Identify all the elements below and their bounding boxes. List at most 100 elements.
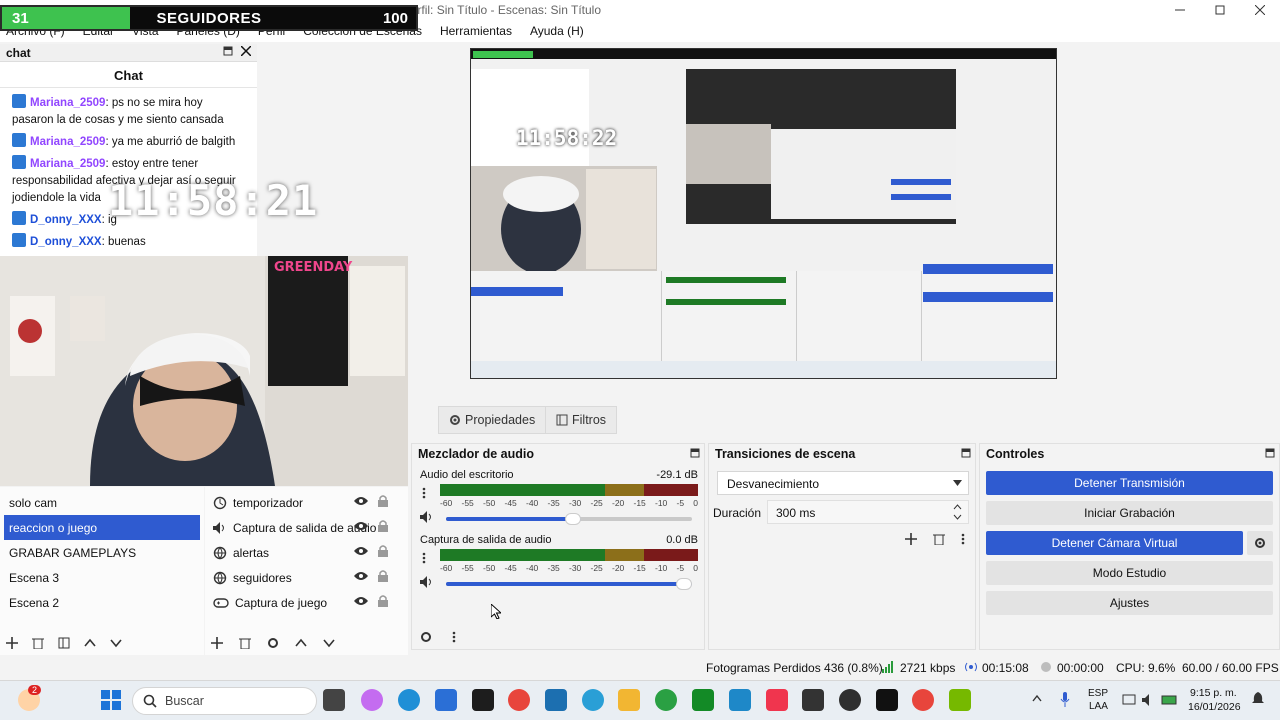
scale-tick-label: 0 [693,498,698,508]
store-icon[interactable] [435,689,457,711]
source-down-icon[interactable] [323,637,335,649]
volume-slider[interactable] [446,513,692,525]
clock-time[interactable]: 9:15 p. m. [1190,687,1237,699]
filters-button[interactable]: Filtros [545,406,618,434]
close-icon[interactable] [241,46,251,56]
move-down-icon[interactable] [110,637,122,649]
scene-item[interactable]: Escena 3 [0,565,204,590]
vpn-icon[interactable] [655,689,677,711]
scale-tick-label: -25 [590,498,603,508]
language-label[interactable]: ESP [1088,688,1108,699]
nvidia-icon[interactable] [949,689,971,711]
virtual-camera-settings-button[interactable] [1247,531,1273,555]
duration-input[interactable]: 300 ms [767,500,969,524]
start-icon[interactable] [101,690,121,710]
music-icon[interactable] [766,689,788,711]
undock-icon[interactable] [961,448,971,458]
tiktok-icon[interactable] [876,689,898,711]
undock-icon[interactable] [1265,448,1275,458]
app-icon[interactable] [729,689,751,711]
lock-icon[interactable] [378,545,388,557]
chrome-icon[interactable] [508,689,530,711]
duration-label: Duración [713,506,762,520]
undock-icon[interactable] [690,448,700,458]
source-item[interactable]: Captura de juego [205,590,408,615]
battery-icon[interactable] [1161,693,1179,707]
transition-menu-icon[interactable] [961,533,965,545]
transition-select[interactable]: Desvanecimiento [717,471,969,495]
source-properties-icon[interactable] [267,637,279,649]
obs-icon[interactable] [839,689,861,711]
source-item[interactable]: seguidores [205,565,408,590]
settings-button[interactable]: Ajustes [986,591,1273,615]
source-up-icon[interactable] [295,637,307,649]
undock-icon[interactable] [223,46,233,56]
scene-toolbar [6,637,122,649]
notifications-icon[interactable] [1252,692,1264,706]
remove-scene-icon[interactable] [32,637,44,649]
network-icon[interactable] [1122,693,1136,707]
minimize-button[interactable] [1160,0,1200,20]
visibility-eye-icon[interactable] [354,596,368,606]
visibility-eye-icon[interactable] [354,521,368,531]
dropbox-icon[interactable] [472,689,494,711]
lock-icon[interactable] [378,595,388,607]
source-item[interactable]: temporizador [205,490,408,515]
mixer-header: Mezclador de audio [412,444,704,464]
chat-title: Chat [0,62,257,88]
start-recording-button[interactable]: Iniciar Grabación [986,501,1273,525]
close-window-button[interactable] [1240,0,1280,20]
speaker-icon[interactable] [420,511,434,523]
stop-streaming-button[interactable]: Detener Transmisión [986,471,1273,495]
capture-icon[interactable] [802,689,824,711]
volume-icon[interactable] [1142,693,1156,707]
scene-item[interactable]: GRABAR GAMEPLAYS [0,540,204,565]
menu-help[interactable]: Ayuda (H) [530,24,584,38]
chevron-up-icon[interactable] [1032,694,1042,702]
add-source-icon[interactable] [211,637,223,649]
microphone-icon[interactable] [1060,692,1070,708]
add-scene-icon[interactable] [6,637,18,649]
app-icon[interactable] [545,689,567,711]
layout-label[interactable]: LAA [1089,701,1108,712]
menu-tools[interactable]: Herramientas [440,24,512,38]
capcut-icon[interactable] [582,689,604,711]
maximize-button[interactable] [1200,0,1240,20]
scene-item[interactable]: solo cam [0,490,204,515]
xbox-icon[interactable] [692,689,714,711]
taskbar-search[interactable]: Buscar [132,687,317,715]
remove-source-icon[interactable] [239,637,251,649]
mixer-menu-icon[interactable] [452,631,456,643]
scene-item[interactable]: Escena 2 [0,590,204,615]
properties-button[interactable]: Propiedades [438,406,547,434]
taskbar: 2 Buscar ESP LAA 9:15 p. m. 16/01/2026 [0,680,1280,720]
source-item[interactable]: alertas [205,540,408,565]
folder-icon[interactable] [618,689,640,711]
stop-virtual-camera-button[interactable]: Detener Cámara Virtual [986,531,1243,555]
visibility-eye-icon[interactable] [354,571,368,581]
task-view-icon[interactable] [323,689,345,711]
chrome-icon[interactable] [912,689,934,711]
twitch-badge-icon [12,233,26,247]
visibility-eye-icon[interactable] [354,496,368,506]
lock-icon[interactable] [378,570,388,582]
lock-icon[interactable] [378,495,388,507]
scene-item[interactable]: reaccion o juego [4,515,200,540]
add-transition-icon[interactable] [905,533,917,545]
volume-slider[interactable] [446,578,692,590]
remove-transition-icon[interactable] [933,533,945,545]
stepper-icon[interactable] [953,503,962,521]
channel-menu-icon[interactable] [422,487,426,499]
advanced-audio-icon[interactable] [420,631,432,643]
studio-mode-button[interactable]: Modo Estudio [986,561,1273,585]
clock-date[interactable]: 16/01/2026 [1188,701,1241,713]
move-up-icon[interactable] [84,637,96,649]
edge-icon[interactable] [398,689,420,711]
lock-icon[interactable] [378,520,388,532]
scene-filters-icon[interactable] [58,637,70,649]
visibility-eye-icon[interactable] [354,546,368,556]
copilot-icon[interactable] [361,689,383,711]
speaker-icon[interactable] [420,576,434,588]
channel-menu-icon[interactable] [422,552,426,564]
source-item[interactable]: Captura de salida de audio [205,515,408,540]
